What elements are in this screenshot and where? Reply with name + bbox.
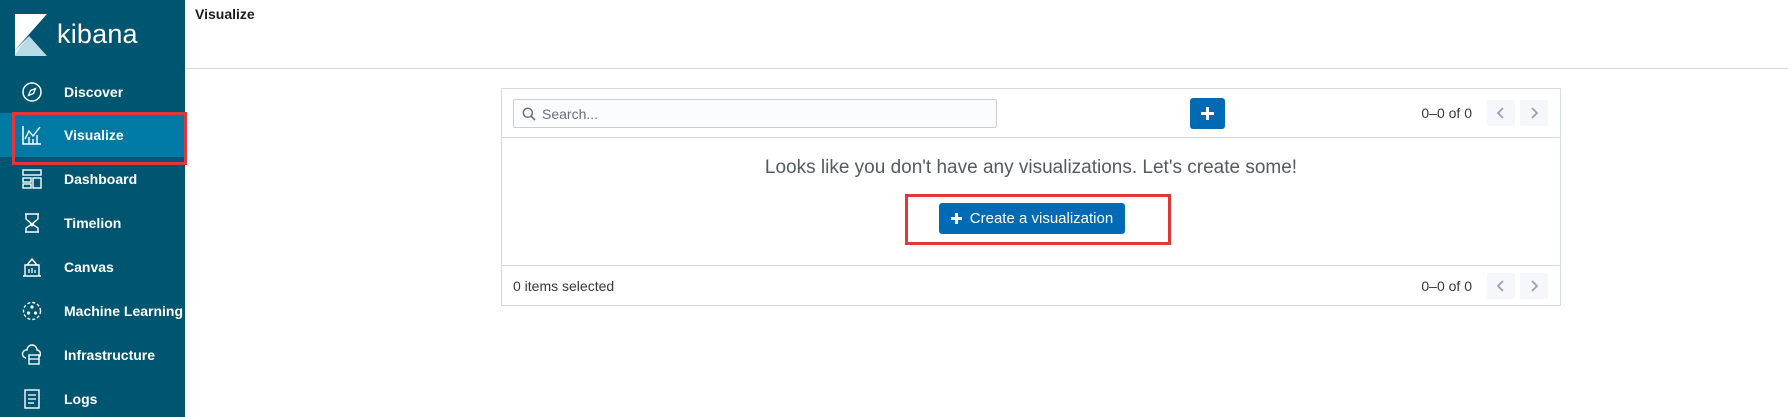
create-visualization-button[interactable]: Create a visualization [939,203,1125,234]
add-visualization-button[interactable] [1190,98,1225,129]
brand-name: kibana [57,19,138,49]
pagination-count: 0–0 of 0 [1421,278,1472,294]
sidebar-item-timelion[interactable]: Timelion [0,201,185,245]
timelion-icon [19,210,45,236]
plus-icon [950,213,962,224]
table-toolbar: 0–0 of 0 [502,89,1560,138]
table-footer: 0 items selected 0–0 of 0 [502,266,1560,306]
sidebar-item-label: Canvas [64,259,114,275]
chevron-right-icon [1531,107,1539,119]
sidebar: kibana Discover Visualize Dashboard Time [0,0,185,417]
previous-page-button[interactable] [1487,100,1515,126]
page-title: Visualize [195,6,255,22]
empty-state: Looks like you don't have any visualizat… [502,138,1560,266]
search-icon [522,107,536,121]
chevron-left-icon [1496,280,1504,292]
header-divider [185,68,1788,69]
search-box[interactable] [513,99,997,128]
sidebar-item-label: Machine Learning [64,303,184,319]
sidebar-item-canvas[interactable]: Canvas [0,245,185,289]
next-page-button[interactable] [1520,273,1548,299]
search-input[interactable] [542,105,982,122]
sidebar-item-logs[interactable]: Logs [0,377,185,417]
chevron-right-icon [1531,280,1539,292]
visualizations-table-panel: 0–0 of 0 Looks like you don't have any v… [501,88,1561,306]
sidebar-item-label: Logs [64,391,98,407]
pagination-count: 0–0 of 0 [1421,105,1472,121]
sidebar-item-dashboard[interactable]: Dashboard [0,157,185,201]
plus-icon [1201,107,1214,120]
chevron-left-icon [1496,107,1504,119]
selection-count: 0 items selected [513,278,615,294]
sidebar-item-label: Dashboard [64,171,138,187]
create-visualization-label: Create a visualization [969,210,1114,227]
sidebar-item-label: Discover [64,84,124,100]
kibana-logo-icon [15,13,47,56]
visualize-icon [19,122,45,148]
dashboard-icon [19,166,45,192]
infrastructure-icon [19,342,45,368]
sidebar-item-label: Timelion [64,215,122,231]
sidebar-item-label: Visualize [64,127,124,143]
canvas-icon [19,254,45,280]
sidebar-item-machine-learning[interactable]: Machine Learning [0,289,185,333]
sidebar-item-label: Infrastructure [64,347,156,363]
empty-state-message: Looks like you don't have any visualizat… [764,157,1298,178]
previous-page-button[interactable] [1487,273,1515,299]
machine-learning-icon [19,298,45,324]
top-pagination: 0–0 of 0 [1421,100,1548,126]
logs-icon [19,386,45,412]
kibana-logo[interactable]: kibana [15,12,138,57]
next-page-button[interactable] [1520,100,1548,126]
bottom-pagination: 0–0 of 0 [1421,273,1548,299]
sidebar-item-infrastructure[interactable]: Infrastructure [0,333,185,377]
kibana-app: kibana Discover Visualize Dashboard Time [0,0,1788,417]
sidebar-item-discover[interactable]: Discover [0,70,185,114]
sidebar-item-visualize[interactable]: Visualize [0,113,185,157]
compass-icon [19,79,45,105]
